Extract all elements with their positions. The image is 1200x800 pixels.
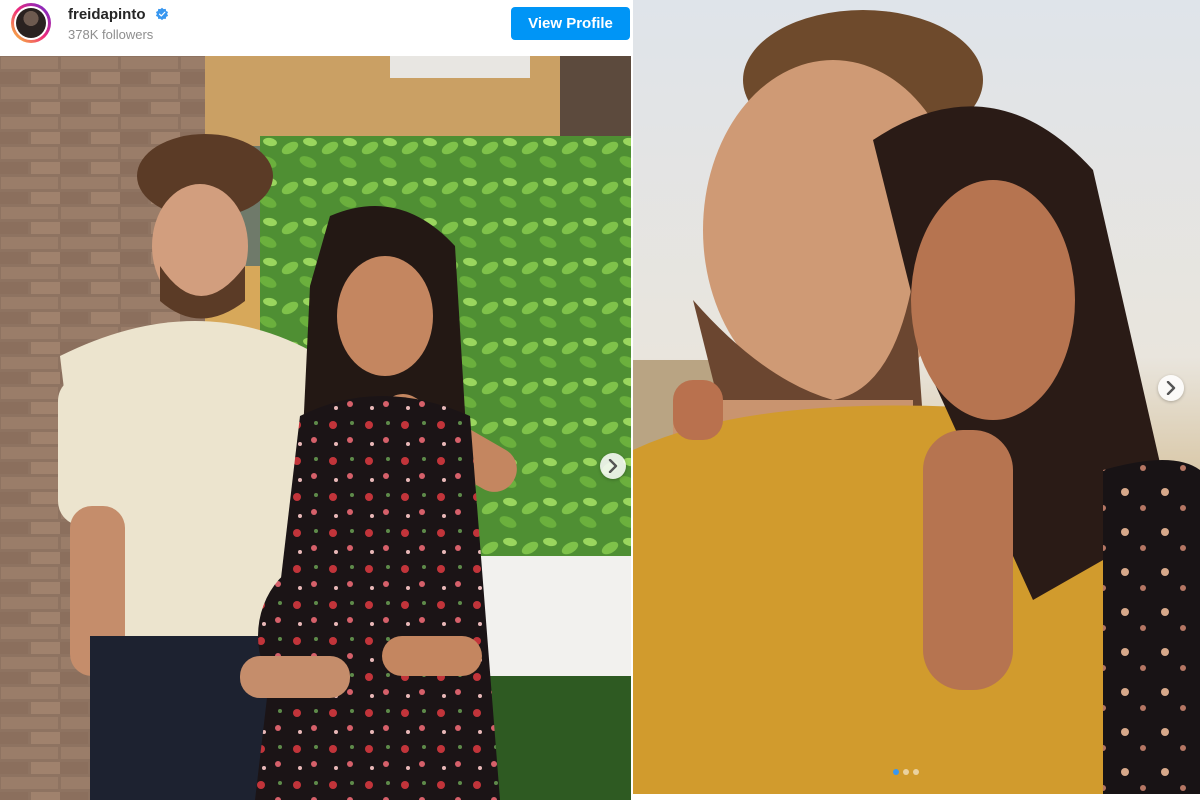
username[interactable]: freidapinto (68, 6, 146, 23)
verified-badge-icon (155, 7, 168, 21)
instagram-embed-left: freidapinto 378K followers View Profile (0, 0, 631, 800)
avatar-image (16, 8, 46, 38)
carousel-pagination-dots (893, 769, 919, 775)
post-photo-couple-sunset[interactable] (633, 0, 1200, 794)
avatar-ring (14, 6, 48, 40)
photo-illustration-sunset (633, 10, 1200, 794)
pagination-dot-active (893, 769, 899, 775)
post-photo-couple-garden[interactable] (0, 56, 631, 800)
pagination-dot (903, 769, 909, 775)
pagination-dot (913, 769, 919, 775)
embed-header: freidapinto 378K followers View Profile (0, 0, 631, 56)
carousel-next-button-right[interactable] (1158, 375, 1184, 401)
view-profile-button[interactable]: View Profile (511, 7, 630, 40)
chevron-right-icon (608, 459, 618, 473)
profile-avatar[interactable] (11, 3, 51, 43)
carousel-next-button[interactable] (600, 453, 626, 479)
photo-illustration-garden (0, 56, 631, 800)
followers-count: 378K followers (68, 27, 154, 42)
username-row[interactable]: freidapinto (68, 6, 169, 23)
chevron-right-icon (1166, 381, 1176, 395)
